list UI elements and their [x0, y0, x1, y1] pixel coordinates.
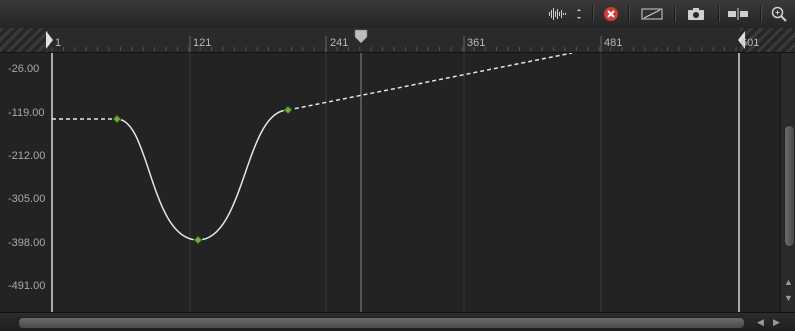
y-axis-label: -491.00	[8, 280, 46, 292]
transform-icon[interactable]	[638, 4, 666, 24]
y-axis-label: -26.00	[8, 63, 40, 75]
zoom-icon[interactable]	[768, 4, 790, 24]
playhead-icon	[354, 29, 368, 44]
curve-editor[interactable]: -26.00 -119.00 -212.00 -305.00 -398.00 -…	[0, 53, 795, 312]
ruler-tick-label: 241	[330, 37, 349, 49]
ruler-tick-label: 1	[55, 37, 62, 49]
scroll-up-icon[interactable]: ▲	[784, 277, 793, 287]
animation-curve	[116, 109, 289, 241]
y-axis-label: -119.00	[8, 107, 45, 119]
toolbar	[0, 0, 795, 29]
vertical-scrollbar[interactable]: ▲ ▼	[780, 53, 795, 312]
horizontal-scrollbar[interactable]: ◀ ▶	[0, 312, 795, 331]
close-icon[interactable]	[600, 4, 622, 24]
vertical-scrollbar-thumb[interactable]	[784, 125, 795, 247]
toolbar-separator	[760, 6, 761, 22]
toolbar-separator	[718, 6, 719, 22]
y-axis-label: -305.00	[8, 193, 46, 205]
toolbar-separator	[674, 6, 675, 22]
curve-canvas[interactable]	[0, 53, 780, 312]
ruler-tick-label: 481	[604, 37, 623, 49]
scroll-right-icon[interactable]: ▶	[773, 317, 780, 328]
ruler-tick-label: 121	[193, 37, 212, 49]
scroll-left-icon[interactable]: ◀	[757, 317, 764, 328]
y-axis-label: -398.00	[8, 237, 46, 249]
camera-icon[interactable]	[682, 4, 710, 24]
timeline-ruler[interactable]: 1 121 241 361 481 601	[0, 28, 795, 53]
toolbar-separator	[592, 6, 593, 22]
horizontal-scrollbar-thumb[interactable]	[18, 317, 745, 329]
keyframe-marker	[283, 105, 293, 115]
clip-icon[interactable]	[724, 4, 752, 24]
ruler-tick-label: 361	[467, 37, 486, 49]
y-axis-label: -212.00	[8, 150, 46, 162]
curve-extrapolation-right	[287, 53, 573, 111]
audio-waveform-icon[interactable]	[546, 4, 586, 24]
ruler-tick-label: 601	[741, 37, 760, 49]
toolbar-separator	[628, 6, 629, 22]
scroll-down-icon[interactable]: ▼	[784, 293, 793, 303]
ruler-ticks	[46, 29, 745, 52]
keyframe-marker	[112, 114, 122, 124]
keyframe-marker	[193, 235, 203, 245]
start-marker-icon	[46, 31, 53, 49]
